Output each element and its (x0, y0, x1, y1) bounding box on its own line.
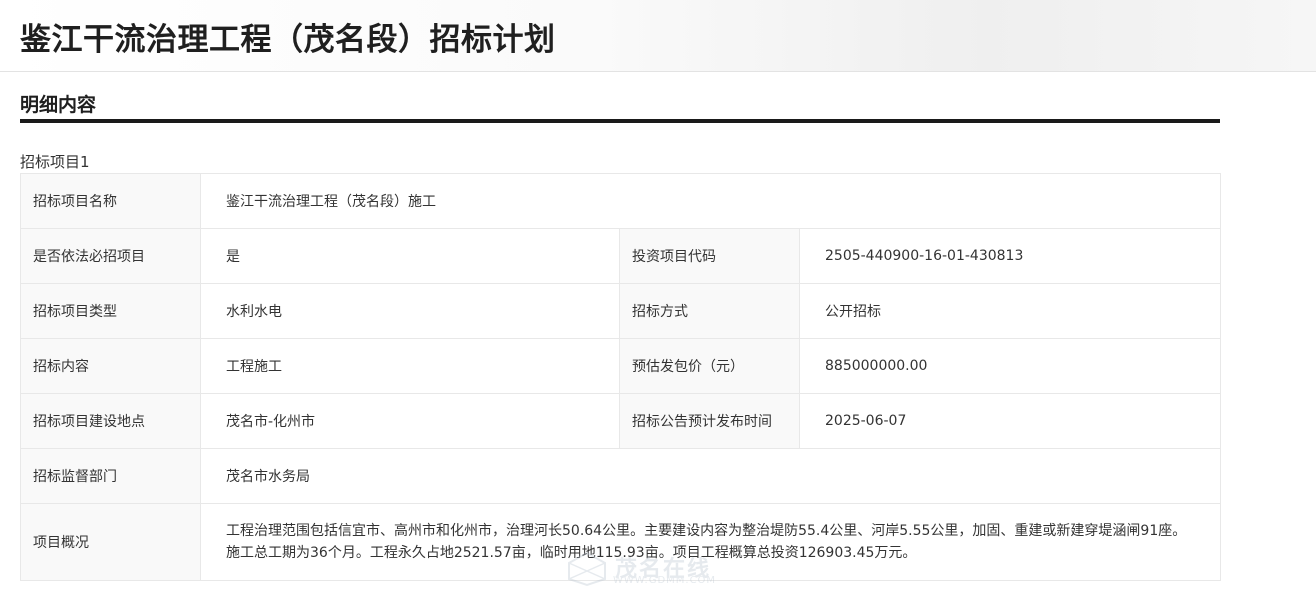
must-tender-label: 是否依法必招项目 (20, 228, 201, 284)
supervisor-label: 招标监督部门 (20, 448, 201, 504)
table-row: 项目概况 工程治理范围包括信宜市、高州市和化州市，治理河长50.64公里。主要建… (20, 503, 1222, 581)
must-tender-value: 是 (200, 228, 620, 284)
location-value: 茂名市-化州市 (200, 393, 620, 449)
page-title: 鉴江干流治理工程（茂名段）招标计划 (20, 22, 556, 58)
overview-value: 工程治理范围包括信宜市、高州市和化州市，治理河长50.64公里。主要建设内容为整… (199, 503, 1222, 581)
est-price-value: 885000000.00 (798, 338, 1222, 394)
publish-time-label: 招标公告预计发布时间 (619, 393, 800, 449)
project-type-label: 招标项目类型 (20, 283, 201, 339)
subsection-title: 招标项目1 (20, 153, 90, 171)
invest-code-value: 2505-440900-16-01-430813 (798, 228, 1222, 284)
project-name-label: 招标项目名称 (20, 173, 201, 229)
table-row: 招标监督部门 茂名市水务局 (20, 448, 1222, 504)
page-header: 鉴江干流治理工程（茂名段）招标计划 (0, 0, 1316, 72)
table-row: 招标项目类型 水利水电 招标方式 公开招标 (20, 283, 1222, 339)
tender-content-label: 招标内容 (20, 338, 201, 394)
est-price-label: 预估发包价（元） (619, 338, 800, 394)
location-label: 招标项目建设地点 (20, 393, 201, 449)
supervisor-value: 茂名市水务局 (199, 448, 1222, 504)
invest-code-label: 投资项目代码 (619, 228, 800, 284)
table-row: 招标内容 工程施工 预估发包价（元） 885000000.00 (20, 338, 1222, 394)
tender-content-value: 工程施工 (200, 338, 620, 394)
detail-table: 招标项目名称 鉴江干流治理工程（茂名段）施工 是否依法必招项目 是 投资项目代码… (20, 173, 1222, 581)
project-name-value: 鉴江干流治理工程（茂名段）施工 (199, 173, 1222, 229)
tender-method-label: 招标方式 (619, 283, 800, 339)
table-row: 招标项目名称 鉴江干流治理工程（茂名段）施工 (20, 173, 1222, 229)
project-type-value: 水利水电 (200, 283, 620, 339)
section-title: 明细内容 (20, 94, 97, 116)
tender-method-value: 公开招标 (798, 283, 1222, 339)
publish-time-value: 2025-06-07 (798, 393, 1222, 449)
overview-label: 项目概况 (20, 503, 201, 581)
table-row: 是否依法必招项目 是 投资项目代码 2505-440900-16-01-4308… (20, 228, 1222, 284)
section-divider (20, 119, 1220, 123)
table-row: 招标项目建设地点 茂名市-化州市 招标公告预计发布时间 2025-06-07 (20, 393, 1222, 449)
